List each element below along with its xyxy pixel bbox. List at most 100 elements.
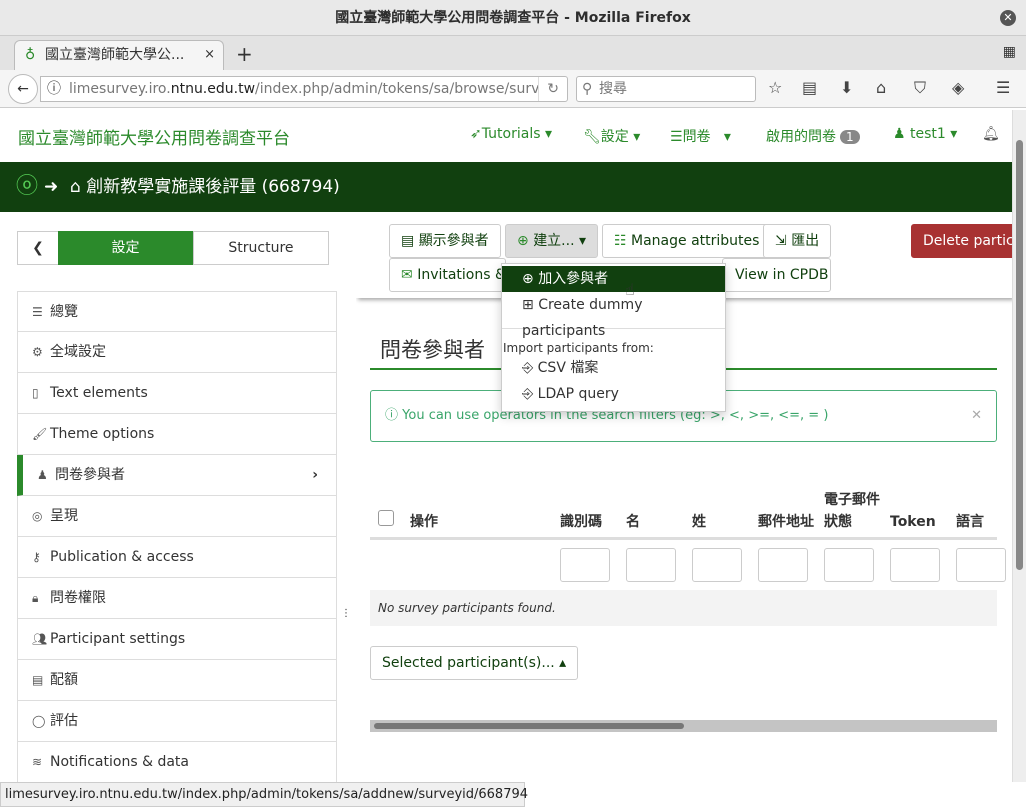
reading-list-icon[interactable]: ▤ [802,78,817,97]
menu-icon[interactable]: ☰ [996,78,1010,97]
column-header[interactable]: Token [890,511,950,533]
tab-overview-icon[interactable]: ▦ [1003,44,1016,60]
close-alert-icon[interactable]: ✕ [971,391,982,441]
limesurvey-logo-icon: ⓞ [16,174,39,199]
export-button[interactable]: ⇲ 匯出 [763,224,832,258]
sidebar-item[interactable]: ▯ Text elements [17,373,337,414]
empty-message: No survey participants found. [378,601,556,615]
user-label: test1 [910,126,946,142]
column-header[interactable]: 電子郵件狀態 [824,489,884,533]
sidebar-item-label: Notifications & data [50,754,189,770]
bell-icon[interactable]: 🔔︎ [982,126,1000,142]
add-participant-item[interactable]: ⊕ 加入參與者 [502,266,725,292]
sidebar-item[interactable]: 🔒︎ 問卷權限 [17,578,337,619]
column-filter-input[interactable] [824,548,874,582]
csv-label: CSV 檔案 [537,360,599,376]
manage-attributes-button[interactable]: ☷ Manage attributes [602,224,772,258]
column-filter-input[interactable] [956,548,1006,582]
view-cpdb-button[interactable]: View in CPDB [722,258,831,292]
url-domain: ntnu.edu.tw [170,81,256,97]
sidebar-item[interactable]: › ♟ 問卷參與者 [17,455,337,496]
url-bar[interactable]: ⓘ limesurvey.iro.ntnu.edu.tw/index.php/a… [40,76,568,102]
sidebar-item-label: 問卷參與者 [55,467,125,483]
sidebar-item[interactable]: ◯ 評估 [17,701,337,742]
column-header[interactable]: 郵件地址 [758,511,818,533]
home-icon[interactable]: ⌂ [70,177,86,197]
surveys-menu[interactable]: ☰問卷 ▾ [670,126,731,146]
rocket-icon: ➶ [470,126,482,142]
import-ldap-item[interactable]: ⎆ LDAP query [502,381,725,407]
scroll-thumb[interactable] [1016,140,1023,570]
settings-menu[interactable]: 🔧︎設定 ▾ [583,126,640,146]
search-input[interactable]: ⚲ 搜尋 [576,76,756,102]
download-icon[interactable]: ⬇ [840,78,853,97]
select-all-checkbox[interactable] [378,510,394,526]
arrow-right-icon: ➜ [44,177,59,197]
invitations-button[interactable]: ✉ Invitations & reminders [389,258,506,292]
window-titlebar: 國立臺灣師範大學公用問卷調查平台 - Mozilla Firefox [0,0,1026,36]
list-icon: ☰ [670,129,683,145]
active-surveys-link[interactable]: 啟用的問卷 1 [766,126,860,146]
column-filter-input[interactable] [692,548,742,582]
user-icon: ♟ [893,126,906,142]
display-participants-button[interactable]: ▤ 顯示參與者 [389,224,501,258]
column-header[interactable]: 識別碼 [560,511,620,533]
survey-title[interactable]: 創新教學實施課後評量 (668794) [86,177,340,197]
column-filter-input[interactable] [626,548,676,582]
sidebar-item[interactable]: ☰ 總覽 [17,291,337,332]
sidebar-item[interactable]: ≋ Notifications & data [17,742,337,783]
selected-participants-button[interactable]: Selected participant(s)... ▴ [370,646,579,680]
sidebar-item[interactable]: 🖌︎ Theme options [17,414,337,455]
horizontal-scrollbar[interactable] [370,720,997,732]
active-surveys-label: 啟用的問卷 [766,129,836,145]
home-icon[interactable]: ⌂ [876,78,886,97]
sidebar: ❮ 設定 Structure ☰ 總覽 ⚙ 全域設定 ▯ Text elements 🖌︎ T… [0,212,350,783]
sidebar-item-label: Theme options [50,426,155,442]
selected-label: Selected participant(s)... [382,655,555,671]
column-filter-input[interactable] [890,548,940,582]
sidebar-item-label: Publication & access [50,549,194,565]
tab-structure[interactable]: Structure [193,231,329,265]
close-tab-icon[interactable]: × [204,41,215,69]
bookmark-star-icon[interactable]: ☆ [768,78,782,97]
column-header[interactable]: 姓 [692,511,752,533]
user-menu[interactable]: ♟ test1 ▾ [893,126,957,142]
sidebar-item[interactable]: ⚙ 全域設定 [17,332,337,373]
add-label: 加入參與者 [538,271,609,287]
column-header[interactable]: 名 [626,511,686,533]
tab-settings[interactable]: 設定 [58,231,193,265]
reload-icon[interactable]: ↻ [538,77,559,101]
column-header[interactable]: 語言 [956,511,1012,533]
sidebar-item[interactable]: ▤ 配額 [17,660,337,701]
sidebar-item[interactable]: ⚷ Publication & access [17,537,337,578]
column-filter-input[interactable] [758,548,808,582]
import-icon: ⎆ [522,386,534,402]
browser-tab[interactable]: ♁ 國立臺灣師範大學公... × [14,40,224,70]
create-dropdown-button[interactable]: ⊕ 建立... ▾ [505,224,599,258]
export-icon: ⇲ [775,233,787,249]
back-button[interactable]: ← [8,74,38,104]
delete-participants-button[interactable]: Delete participants [911,224,1012,258]
list-icon: ☰ [32,305,43,319]
sidebar-item[interactable]: 👥︎ Participant settings [17,619,337,660]
tutorials-menu[interactable]: ➶Tutorials ▾ [470,126,552,142]
active-count-badge: 1 [840,130,860,144]
sync-icon[interactable]: ◈ [952,78,964,97]
import-csv-item[interactable]: ⎆ CSV 檔案 [502,355,725,381]
column-filter-input[interactable] [560,548,610,582]
collapse-sidebar-button[interactable]: ❮ [17,231,59,265]
scroll-thumb[interactable] [374,723,684,729]
sidebar-item-label: Text elements [50,385,148,401]
create-label: 建立... [533,233,575,249]
resize-handle[interactable]: ⋮ [341,608,351,619]
close-window-button[interactable]: ✕ [1000,10,1016,26]
vertical-scrollbar[interactable] [1012,110,1026,782]
create-dummy-item[interactable]: ⊞ Create dummy participants [502,292,725,339]
sidebar-item[interactable]: ◎ 呈現 [17,496,337,537]
url-prefix: limesurvey.iro. [69,81,171,97]
tutorials-label: Tutorials [481,126,541,142]
new-tab-button[interactable]: + [236,42,253,66]
pocket-icon[interactable]: ⛉ [914,78,926,98]
brand-title[interactable]: 國立臺灣師範大學公用問卷調查平台 [18,124,290,149]
column-header[interactable]: 操作 [410,511,530,533]
